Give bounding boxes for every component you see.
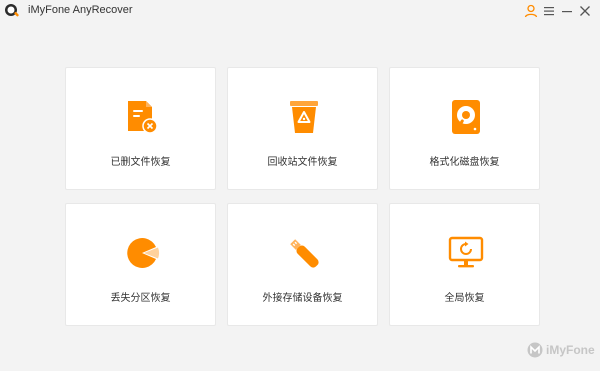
hamburger-menu-icon: [544, 7, 554, 16]
monitor-refresh-icon: [446, 233, 486, 273]
mode-card-external-device[interactable]: 外接存储设备恢复: [227, 203, 378, 326]
account-button[interactable]: [523, 3, 539, 19]
app-logo-icon: [4, 3, 20, 19]
mode-label: 格式化磁盘恢复: [429, 157, 500, 168]
mode-card-recycle-bin[interactable]: 回收站文件恢复: [227, 67, 378, 190]
usb-drive-icon: [284, 233, 324, 273]
title-bar: iMyFone AnyRecover: [0, 0, 600, 22]
minimize-icon: [562, 11, 572, 13]
mode-label: 外接存储设备恢复: [262, 293, 343, 304]
mode-label: 回收站文件恢复: [267, 157, 338, 168]
mode-label: 全局恢复: [444, 293, 485, 304]
recycle-bin-icon: [284, 97, 324, 137]
mode-card-full-recovery[interactable]: 全局恢复: [389, 203, 540, 326]
brand-watermark: iMyFone: [527, 341, 595, 359]
user-icon: [524, 4, 538, 18]
close-icon: [580, 6, 590, 16]
mode-card-deleted-files[interactable]: 已删文件恢复: [65, 67, 216, 190]
close-button[interactable]: [577, 3, 593, 19]
app-title: iMyFone AnyRecover: [28, 4, 133, 16]
mode-label: 已删文件恢复: [110, 157, 171, 168]
deleted-file-icon: [122, 97, 162, 137]
mode-label: 丢失分区恢复: [110, 293, 171, 304]
formatted-disk-icon: [446, 97, 486, 137]
brand-name: iMyFone: [546, 343, 595, 357]
mode-card-formatted-disk[interactable]: 格式化磁盘恢复: [389, 67, 540, 190]
menu-button[interactable]: [541, 3, 557, 19]
imyfone-logo-icon: [527, 342, 543, 358]
lost-partition-icon: [122, 233, 162, 273]
mode-card-lost-partition[interactable]: 丢失分区恢复: [65, 203, 216, 326]
minimize-button[interactable]: [559, 3, 575, 19]
